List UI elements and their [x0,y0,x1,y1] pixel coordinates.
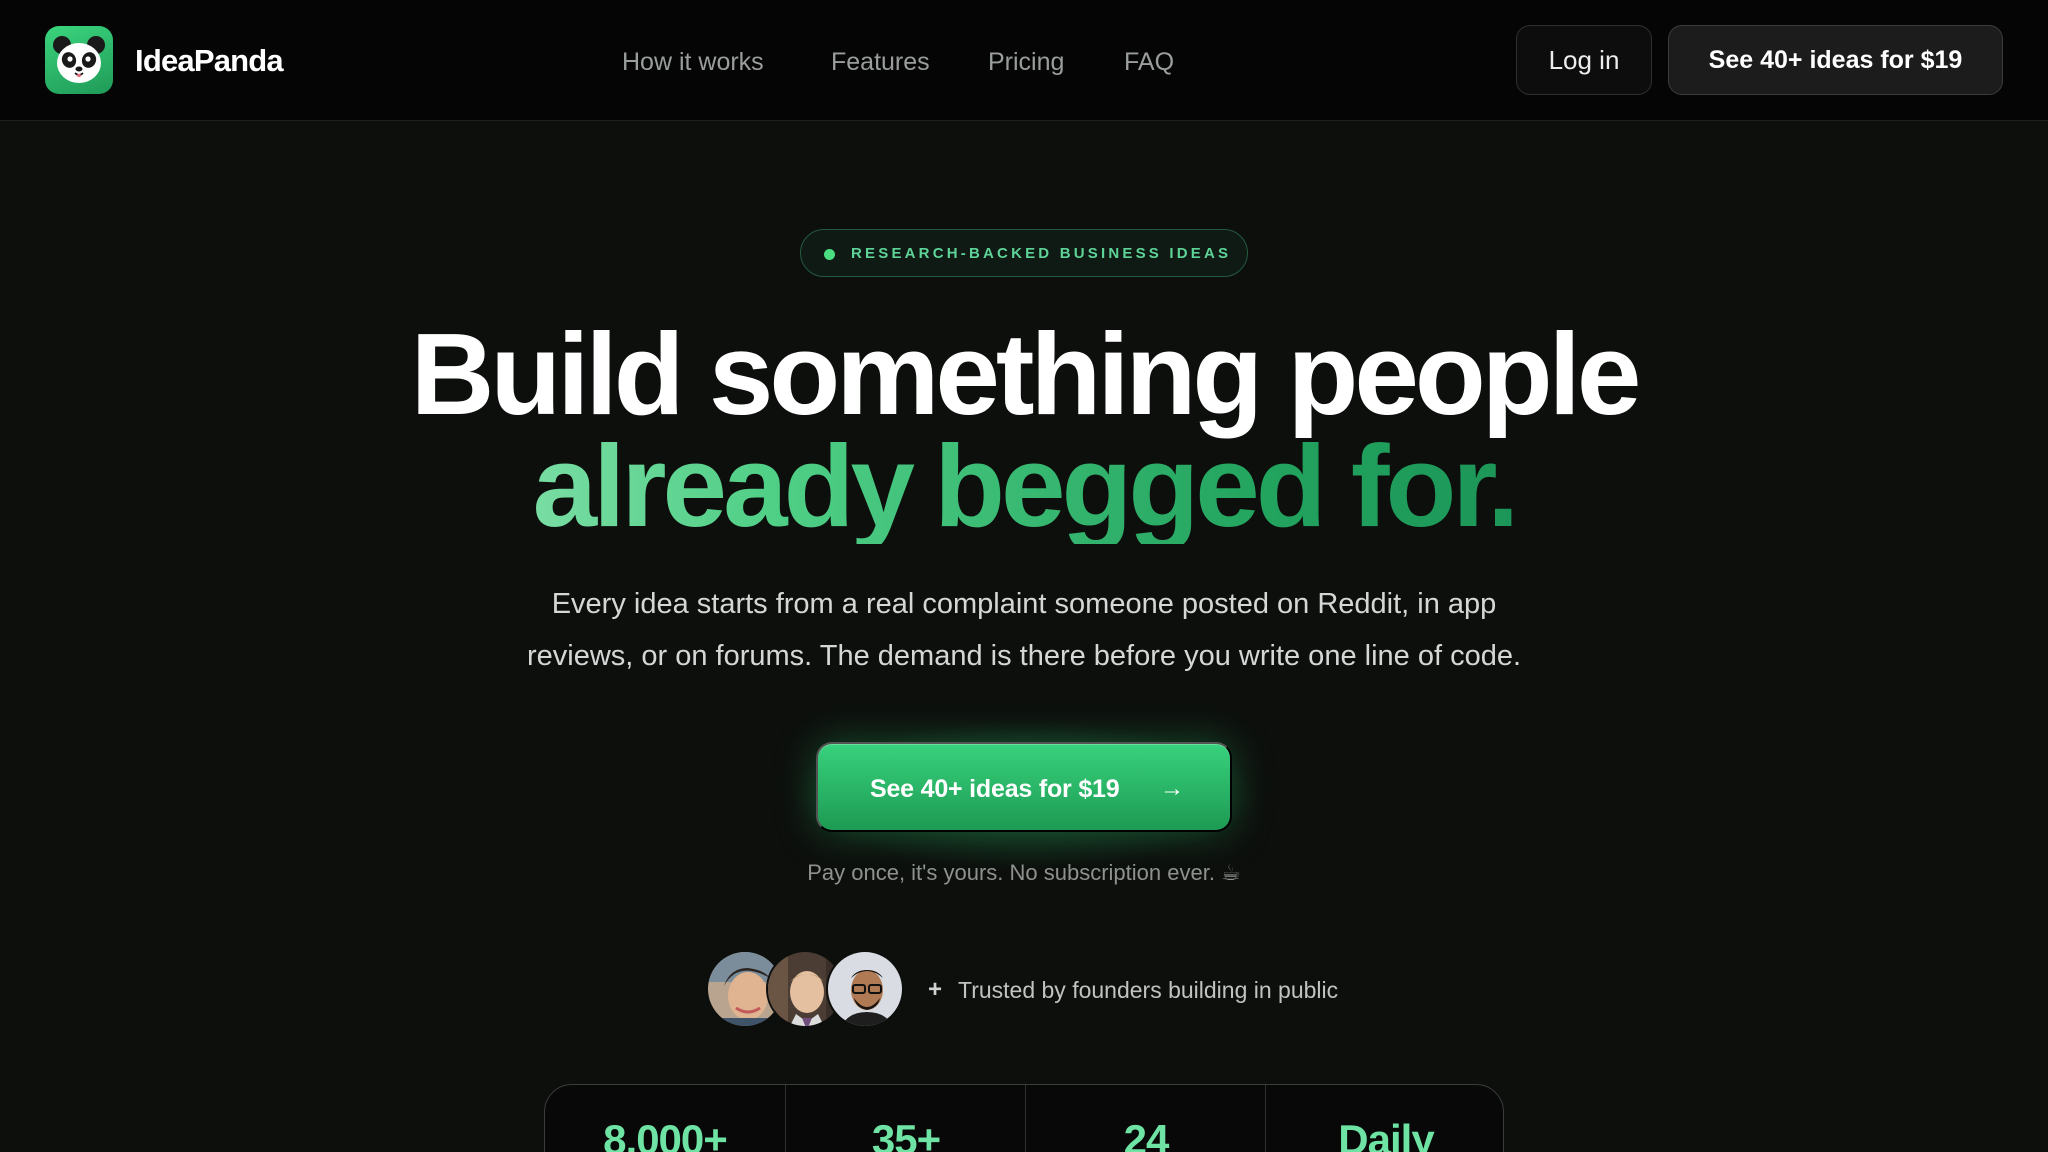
hero-title-words-begged-for: begged for. [934,421,1516,551]
nav-link-how-it-works[interactable]: How it works [622,42,764,82]
badge-dot-icon [824,249,835,260]
stat-value: 8,000+ [603,1116,728,1152]
landing-page: IdeaPanda How it works Features Pricing … [0,0,2048,1152]
pricing-note: Pay once, it's yours. No subscription ev… [807,860,1241,885]
hero-title-line-1: Build something people [410,309,1642,439]
arrow-right-icon: → [1160,775,1184,802]
founder-avatars [706,950,906,1030]
trust-text: Trusted by founders building in public [958,977,1339,1003]
stat-item: 35+ [785,1085,1025,1152]
stat-value: 35+ [871,1116,941,1152]
stat-item: 8,000+ [545,1085,785,1152]
nav-link-faq[interactable]: FAQ [1124,42,1174,82]
stat-item: Daily [1265,1085,1505,1152]
badge-label: RESEARCH-BACKED BUSINESS IDEAS [851,245,1232,262]
plus-icon: + [928,976,943,1003]
avatar [826,950,904,1028]
stat-item: 24 [1025,1085,1265,1152]
hero-title-word-already: already [532,421,911,551]
stat-value: 24 [1123,1116,1170,1152]
hero-cta-button[interactable]: See 40+ ideas for $19 → [816,742,1232,832]
nav-link-pricing[interactable]: Pricing [988,42,1064,82]
hero-title-line-2: already begged for. [0,428,2048,544]
stats-panel: 8,000+ 35+ 24 Daily [544,1084,1504,1152]
nav-cta-button[interactable]: See 40+ ideas for $19 [1668,25,2003,95]
hero-subtitle-line-2: reviews, or on forums. The demand is the… [526,640,1522,672]
hero-badge: RESEARCH-BACKED BUSINESS IDEAS [800,229,1248,277]
stat-value: Daily [1338,1116,1434,1152]
login-button[interactable]: Log in [1516,25,1652,95]
top-navbar: IdeaPanda How it works Features Pricing … [0,0,2048,121]
hero-cta-label: See 40+ ideas for $19 [870,775,1120,803]
nav-link-features[interactable]: Features [831,42,930,82]
hero-subtitle-line-1: Every idea starts from a real complaint … [551,588,1497,620]
